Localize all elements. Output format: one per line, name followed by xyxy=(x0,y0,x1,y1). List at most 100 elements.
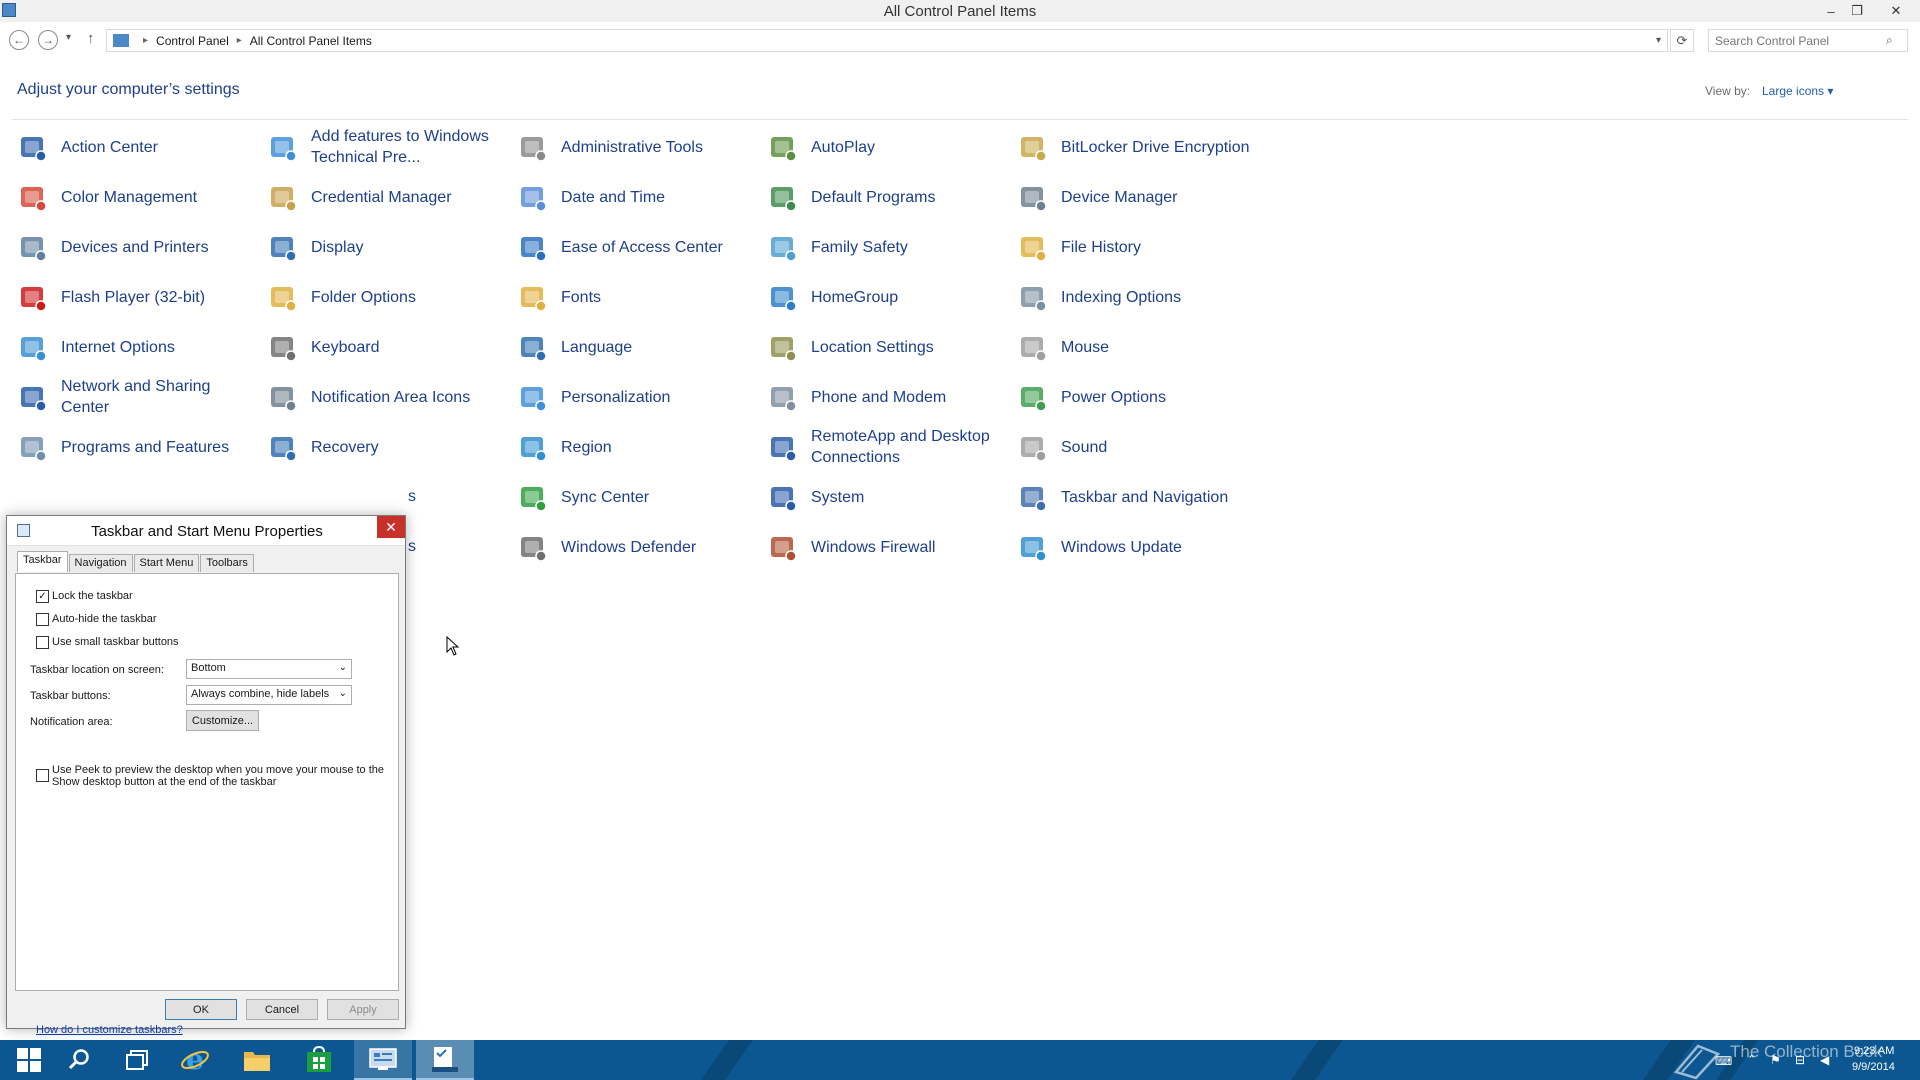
svg-text:e: e xyxy=(186,1045,204,1075)
cp-item-windows-firewall[interactable]: Windows Firewall xyxy=(767,526,1007,570)
cp-item-internet-options[interactable]: Internet Options xyxy=(17,326,257,370)
autohide-row[interactable]: Auto-hide the taskbar xyxy=(36,613,157,626)
minimize-button[interactable]: – xyxy=(1818,0,1844,22)
cp-item-folder-options[interactable]: Folder Options xyxy=(267,276,507,320)
lock-taskbar-checkbox[interactable]: ✓ xyxy=(36,590,49,603)
cp-item-display[interactable]: Display xyxy=(267,226,507,270)
cp-item-date-and-time[interactable]: Date and Time xyxy=(517,176,757,220)
peek-row[interactable]: Use Peek to preview the desktop when you… xyxy=(36,764,396,788)
cp-item-label: Notification Area Icons xyxy=(311,388,471,406)
view-by-dropdown[interactable]: Large icons ▾ xyxy=(1762,84,1833,98)
cp-item-device-manager[interactable]: Device Manager xyxy=(1017,176,1257,220)
cp-item-windows-defender[interactable]: Windows Defender xyxy=(517,526,757,570)
search-input[interactable] xyxy=(1708,29,1908,52)
cp-item-autoplay[interactable]: AutoPlay xyxy=(767,126,1007,170)
taskbar-properties-taskbar-button[interactable] xyxy=(416,1040,474,1080)
cp-item-bitlocker-drive-encryption[interactable]: BitLocker Drive Encryption xyxy=(1017,126,1257,170)
internet-options-icon xyxy=(17,332,49,364)
tab-taskbar[interactable]: Taskbar xyxy=(17,551,68,572)
cp-item-label: Device Manager xyxy=(1061,188,1178,206)
cp-item-windows-update[interactable]: Windows Update xyxy=(1017,526,1257,570)
cp-item-location-settings[interactable]: Location Settings xyxy=(767,326,1007,370)
location-select[interactable]: Bottom ⌄ xyxy=(186,659,352,679)
cp-item-administrative-tools[interactable]: Administrative Tools xyxy=(517,126,757,170)
ok-button[interactable]: OK xyxy=(165,999,237,1020)
chevron-down-icon[interactable]: ▾ xyxy=(1656,35,1661,46)
tab-navigation[interactable]: Navigation xyxy=(68,554,133,572)
breadcrumb-control-panel[interactable]: Control Panel xyxy=(156,34,229,48)
file-history-icon xyxy=(1017,232,1049,264)
cp-item-action-center[interactable]: Action Center xyxy=(17,126,257,170)
apply-button[interactable]: Apply xyxy=(327,999,399,1020)
cp-item-homegroup[interactable]: HomeGroup xyxy=(767,276,1007,320)
autohide-checkbox[interactable] xyxy=(36,613,49,626)
cp-item-ease-of-access-center[interactable]: Ease of Access Center xyxy=(517,226,757,270)
lock-taskbar-label: Lock the taskbar xyxy=(52,590,133,602)
restore-button[interactable]: ❐ xyxy=(1844,0,1870,22)
cp-item-power-options[interactable]: Power Options xyxy=(1017,376,1257,420)
family-safety-icon xyxy=(767,232,799,264)
peek-checkbox[interactable] xyxy=(36,769,49,782)
small-buttons-checkbox[interactable] xyxy=(36,636,49,649)
cp-item-indexing-options[interactable]: Indexing Options xyxy=(1017,276,1257,320)
customize-button[interactable]: Customize... xyxy=(186,710,259,731)
cp-item-default-programs[interactable]: Default Programs xyxy=(767,176,1007,220)
cp-item-color-management[interactable]: Color Management xyxy=(17,176,257,220)
cp-item-credential-manager[interactable]: Credential Manager xyxy=(267,176,507,220)
recent-locations-icon[interactable]: ▾ xyxy=(66,32,71,43)
cancel-button[interactable]: Cancel xyxy=(246,999,318,1020)
small-buttons-row[interactable]: Use small taskbar buttons xyxy=(36,636,179,649)
cp-item-notification-area-icons[interactable]: Notification Area Icons xyxy=(267,376,507,420)
cp-item-phone-and-modem[interactable]: Phone and Modem xyxy=(767,376,1007,420)
lock-taskbar-row[interactable]: ✓ Lock the taskbar xyxy=(36,590,133,603)
cp-item-sound[interactable]: Sound xyxy=(1017,426,1257,470)
tab-start-menu[interactable]: Start Menu xyxy=(133,554,200,572)
cp-item-add-features-to-windows-technical-pre[interactable]: Add features to Windows Technical Pre... xyxy=(267,126,507,170)
cp-item-region[interactable]: Region xyxy=(517,426,757,470)
cp-item-taskbar-and-navigation[interactable]: Taskbar and Navigation xyxy=(1017,476,1257,520)
internet-explorer-button[interactable]: e xyxy=(166,1040,224,1080)
cp-item-recovery[interactable]: Recovery xyxy=(267,426,507,470)
store-button[interactable] xyxy=(290,1040,348,1080)
sync-center-icon xyxy=(517,482,549,514)
cp-item-flash-player-32-bit[interactable]: Flash Player (32-bit) xyxy=(17,276,257,320)
cp-item-network-and-sharing-center[interactable]: Network and Sharing Center xyxy=(17,376,257,420)
close-button[interactable]: ✕ xyxy=(1880,0,1912,22)
up-icon[interactable]: ↑ xyxy=(87,30,95,47)
cp-item-fonts[interactable]: Fonts xyxy=(517,276,757,320)
cp-item-programs-and-features[interactable]: Programs and Features xyxy=(17,426,257,470)
search-button[interactable] xyxy=(50,1040,108,1080)
cp-item-remoteapp-and-desktop-connections[interactable]: RemoteApp and Desktop Connections xyxy=(767,426,1007,470)
cp-item-label-partial[interactable]: s xyxy=(408,538,416,556)
devices-and-printers-icon xyxy=(17,232,49,264)
cp-item-file-history[interactable]: File History xyxy=(1017,226,1257,270)
forward-button[interactable]: → xyxy=(38,30,58,50)
cp-item-language[interactable]: Language xyxy=(517,326,757,370)
cp-item-label-partial[interactable]: s xyxy=(408,488,416,506)
buttons-select[interactable]: Always combine, hide labels ⌄ xyxy=(186,685,352,705)
tab-toolbars[interactable]: Toolbars xyxy=(200,554,254,572)
notification-area-icons-icon xyxy=(267,382,299,414)
dialog-close-button[interactable]: ✕ xyxy=(377,516,405,538)
cp-item-system[interactable]: System xyxy=(767,476,1007,520)
cp-item-family-safety[interactable]: Family Safety xyxy=(767,226,1007,270)
search-icon[interactable]: ⌕ xyxy=(1886,33,1893,48)
help-link[interactable]: How do I customize taskbars? xyxy=(36,1024,183,1036)
breadcrumb-all-items[interactable]: All Control Panel Items xyxy=(250,34,372,48)
cp-item-keyboard[interactable]: Keyboard xyxy=(267,326,507,370)
back-button[interactable]: ← xyxy=(9,30,29,50)
refresh-button[interactable]: ⟳ xyxy=(1670,29,1694,52)
address-field[interactable]: ▸ Control Panel ▸ All Control Panel Item… xyxy=(106,29,1668,52)
cp-item-personalization[interactable]: Personalization xyxy=(517,376,757,420)
cp-item-label: Phone and Modem xyxy=(811,388,947,406)
clock-date[interactable]: 9/9/2014 xyxy=(1852,1061,1895,1073)
control-panel-taskbar-button[interactable] xyxy=(354,1040,412,1080)
cp-item-label: RemoteApp and Desktop Connections xyxy=(811,428,990,466)
cp-item-mouse[interactable]: Mouse xyxy=(1017,326,1257,370)
file-explorer-button[interactable] xyxy=(228,1040,286,1080)
cp-item-devices-and-printers[interactable]: Devices and Printers xyxy=(17,226,257,270)
indexing-options-icon xyxy=(1017,282,1049,314)
task-view-button[interactable] xyxy=(108,1040,166,1080)
cp-item-sync-center[interactable]: Sync Center xyxy=(517,476,757,520)
add-features-to-windows-technical-pre-icon xyxy=(267,132,299,164)
